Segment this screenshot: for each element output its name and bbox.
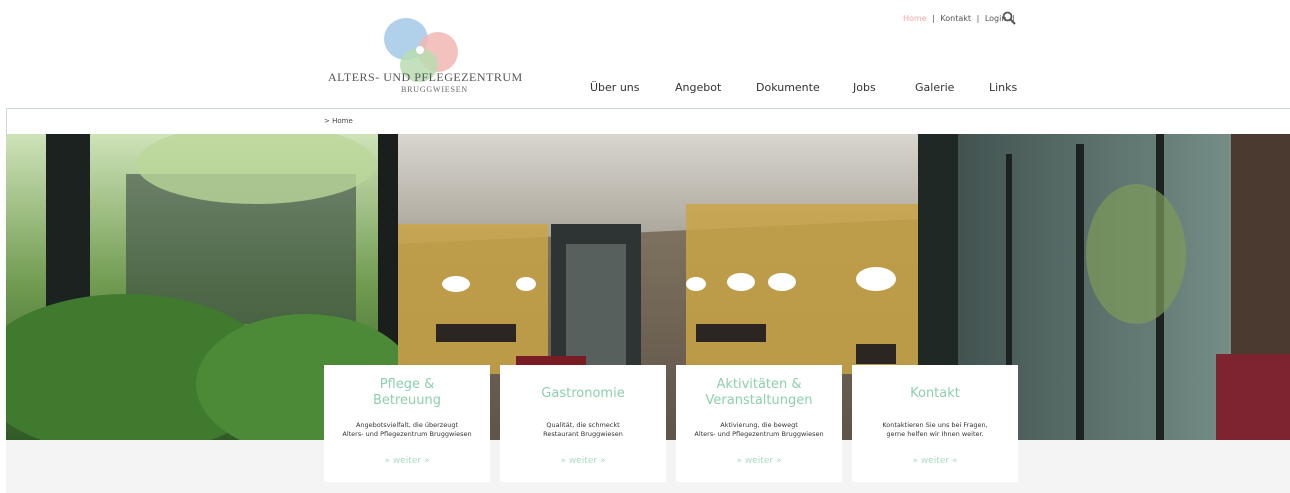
card-text-line2: Alters- und Pflegezentrum Bruggwiesen: [694, 430, 824, 438]
card-pflege-betreuung[interactable]: Pflege & Betreuung Angebotsvielfalt, die…: [324, 365, 490, 482]
topnav-separator: |: [976, 14, 980, 23]
card-title: Gastronomie: [541, 386, 625, 401]
topnav-kontakt-link[interactable]: Kontakt: [940, 14, 971, 23]
card-text-line2: gerne helfen wir Ihnen weiter.: [886, 430, 984, 438]
main-nav: Über uns Angebot Dokumente Jobs Galerie …: [0, 81, 1290, 97]
card-more-link[interactable]: » weiter »: [324, 456, 490, 466]
nav-item-ueber-uns[interactable]: Über uns: [590, 81, 640, 94]
card-title-line2: Betreuung: [372, 393, 442, 408]
card-more-link[interactable]: » weiter «: [852, 456, 1018, 466]
card-text: Angebotsvielfalt, die überzeugt: [355, 421, 459, 429]
search-icon[interactable]: [1002, 11, 1016, 25]
card-text-line2: Restaurant Bruggwiesen: [543, 430, 623, 438]
card-more-link[interactable]: » weiter »: [500, 456, 666, 466]
nav-item-jobs[interactable]: Jobs: [853, 81, 876, 94]
card-title: Aktivitäten &: [716, 377, 802, 392]
card-kontakt[interactable]: Kontakt Kontaktieren Sie uns bei Fragen,…: [852, 365, 1018, 482]
logo-dot: [416, 46, 424, 54]
topnav-home-link[interactable]: Home: [903, 14, 927, 23]
card-title: Pflege &: [379, 377, 435, 392]
card-aktivitaeten-veranstaltungen[interactable]: Aktivitäten & Veranstaltungen Aktivierun…: [676, 365, 842, 482]
nav-item-galerie[interactable]: Galerie: [915, 81, 954, 94]
breadcrumb[interactable]: > Home: [324, 117, 353, 125]
card-more-link[interactable]: » weiter »: [676, 456, 842, 466]
card-gastronomie[interactable]: Gastronomie Qualität, die schmeckt Resta…: [500, 365, 666, 482]
nav-item-dokumente[interactable]: Dokumente: [756, 81, 820, 94]
card-title: Kontakt: [910, 386, 960, 401]
nav-item-angebot[interactable]: Angebot: [675, 81, 721, 94]
card-text-line2: Alters- und Pflegezentrum Bruggwiesen: [342, 430, 472, 438]
card-title-line2: Veranstaltungen: [705, 393, 813, 408]
top-utility-nav: Home | Kontakt | Login |: [903, 14, 1018, 23]
card-text: Aktivierung, die bewegt: [720, 421, 798, 429]
nav-item-links[interactable]: Links: [989, 81, 1017, 94]
card-text: Qualität, die schmeckt: [546, 421, 620, 429]
topnav-separator: |: [932, 14, 935, 23]
card-text: Kontaktieren Sie uns bei Fragen,: [882, 421, 988, 429]
